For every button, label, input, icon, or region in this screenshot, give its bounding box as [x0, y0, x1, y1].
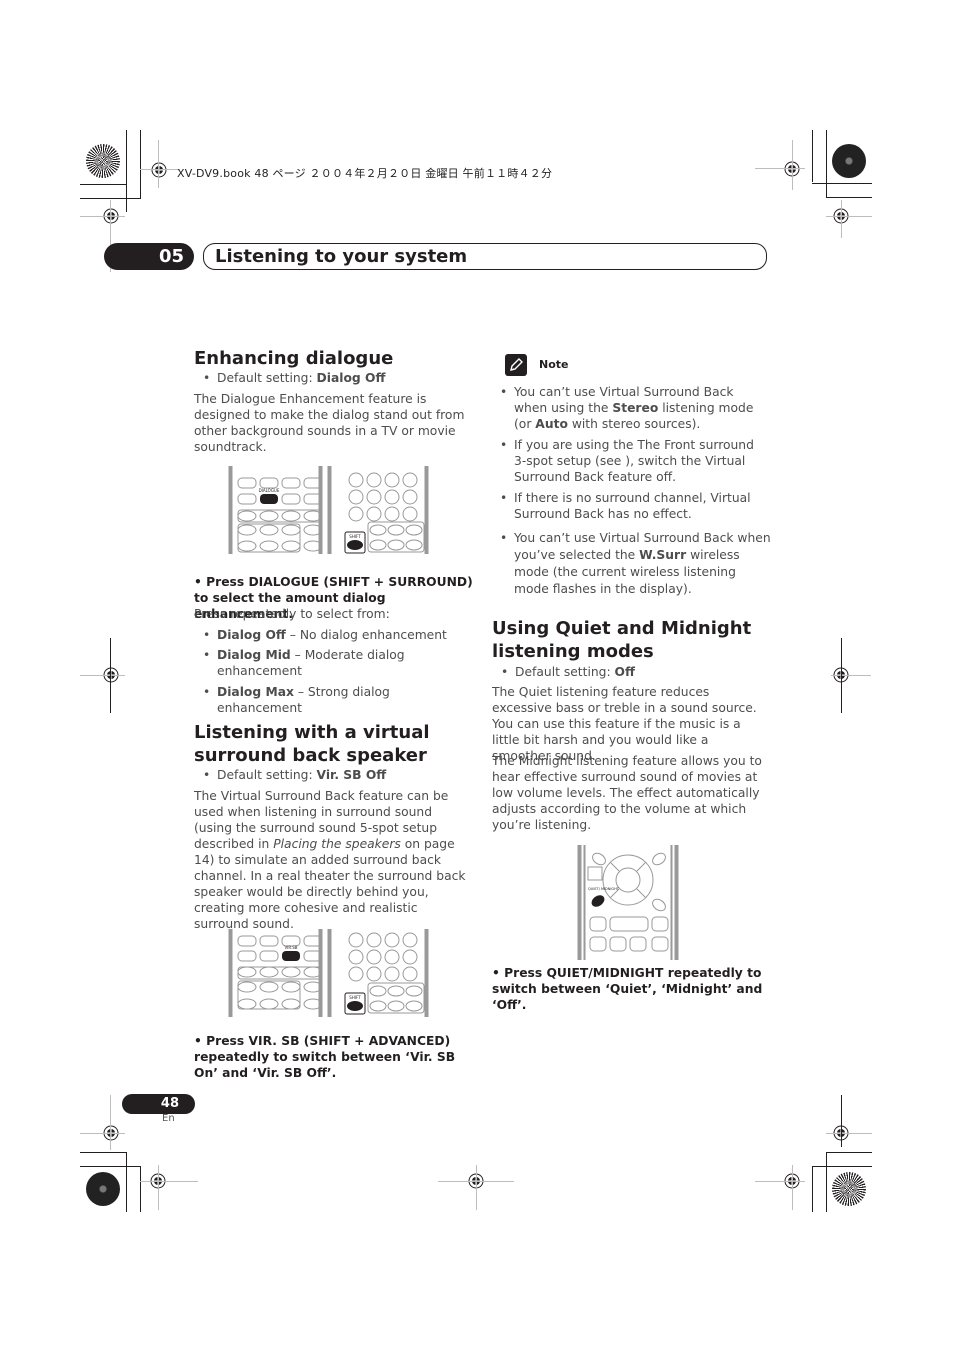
default-setting: Default setting: Off: [501, 664, 635, 680]
note-item: You can’t use Virtual Surround Back when…: [500, 384, 769, 432]
paragraph: The Quiet listening feature reduces exce…: [492, 685, 757, 763]
crop-mark: [140, 1181, 198, 1182]
remote-shift-label: SHIFT: [349, 995, 361, 1000]
paragraph: The Midnight listening feature allows yo…: [492, 754, 762, 832]
default-setting-value: Vir. SB Off: [316, 768, 387, 782]
remote-button-label: DIALOGUE: [259, 488, 280, 493]
crop-mark: [841, 1095, 842, 1147]
registration-starburst-icon: [86, 1172, 120, 1206]
default-setting-label: Default setting:: [217, 371, 317, 385]
crop-mark: [110, 638, 111, 713]
option-item: Dialog Off – No dialog enhancement: [203, 627, 473, 643]
crop-mark: [126, 130, 127, 212]
option-item: Dialog Mid – Moderate dialog enhancement: [203, 647, 432, 679]
default-setting-label: Default setting:: [217, 768, 317, 782]
emphasis: Auto: [535, 417, 568, 431]
registration-starburst-icon: [832, 1172, 866, 1206]
option-desc: – No dialog enhancement: [285, 628, 447, 642]
option-name: Dialog Max: [217, 685, 294, 699]
default-setting-value: Off: [614, 665, 635, 679]
instruction-step: • Press VIR. SB (SHIFT + ADVANCED) repea…: [194, 1034, 456, 1080]
crop-mark: [140, 1166, 141, 1212]
page-language: En: [162, 1113, 175, 1124]
crop-mark: [80, 1166, 141, 1167]
heading-line: listening modes: [492, 641, 654, 662]
crop-mark: [755, 168, 805, 169]
text-run: on page 14) to simulate an added surroun…: [194, 837, 466, 931]
crop-mark: [812, 130, 813, 182]
heading-line: Listening with a virtual: [194, 722, 430, 743]
print-metadata: XV-DV9.book 48 ページ ２００４年２月２０日 金曜日 午前１１時４…: [177, 167, 553, 180]
crop-mark: [812, 1166, 872, 1167]
crop-mark: [841, 638, 842, 713]
crop-mark: [826, 216, 872, 217]
crop-mark: [841, 200, 842, 238]
crop-mark: [140, 130, 141, 198]
note-item: You can’t use Virtual Surround Back when…: [500, 530, 772, 598]
chapter-title: Listening to your system: [215, 246, 468, 267]
crop-mark: [80, 1133, 125, 1134]
crop-mark: [80, 1152, 127, 1153]
heading-line: Using Quiet and Midnight: [492, 618, 752, 639]
default-setting: Default setting: Vir. SB Off: [203, 767, 387, 783]
text-run: with stereo sources).: [567, 417, 701, 431]
instruction-step: • Press QUIET/MIDNIGHT repeatedly to swi…: [492, 966, 763, 1012]
remote-control-illustration: QUIET/ MIDNIGHT: [577, 845, 679, 960]
crop-mark: [110, 1095, 111, 1150]
paragraph: The Dialogue Enhancement feature is desi…: [194, 392, 465, 454]
crop-mark: [812, 1166, 813, 1212]
crop-mark: [158, 140, 159, 188]
crop-mark: [826, 197, 872, 198]
section-heading-enhancing-dialogue: Enhancing dialogue: [194, 348, 394, 369]
remote-button-label: VIR.SB: [284, 945, 297, 950]
remote-control-illustration: VIR.SB SHIFT: [228, 929, 429, 1017]
emphasis: W.Surr: [639, 548, 687, 562]
section-heading-quiet-midnight: Using Quiet and Midnight listening modes: [492, 617, 772, 663]
remote-button-label: QUIET/ MIDNIGHT: [588, 887, 620, 891]
default-setting-value: Dialog Off: [316, 371, 386, 385]
default-setting-label: Default setting:: [515, 665, 615, 679]
section-heading-virtual-surround: Listening with a virtual surround back s…: [194, 721, 474, 767]
note-item: If you are using the The Front surround …: [500, 437, 766, 485]
registration-starburst-icon: [86, 144, 120, 178]
option-item: Dialog Max – Strong dialog enhancement: [203, 684, 477, 716]
crop-mark: [812, 183, 872, 184]
heading-line: surround back speaker: [194, 745, 427, 766]
crop-mark: [792, 1165, 793, 1210]
note-pencil-icon: [505, 354, 527, 376]
remote-control-illustration: DIALOGUE SHIFT: [228, 466, 429, 554]
crop-mark: [80, 675, 125, 676]
crop-mark: [826, 1133, 872, 1134]
note-item: If there is no surround channel, Virtual…: [500, 490, 766, 522]
emphasis: Stereo: [612, 401, 659, 415]
crop-mark: [831, 675, 871, 676]
crop-mark: [792, 140, 793, 190]
cross-reference: Placing the speakers: [273, 837, 401, 851]
paragraph: Press repeatedly to select from:: [194, 607, 390, 621]
crop-mark: [476, 1165, 477, 1210]
crop-mark: [755, 1181, 805, 1182]
registration-starburst-icon: [832, 144, 866, 178]
note-label: Note: [539, 358, 569, 371]
crop-mark: [126, 1152, 127, 1212]
option-name: Dialog Off: [217, 628, 286, 642]
crop-mark: [80, 184, 127, 185]
option-name: Dialog Mid: [217, 648, 291, 662]
crop-mark: [826, 1152, 872, 1153]
crop-mark: [826, 130, 827, 198]
chapter-number-badge: 05: [104, 243, 194, 270]
crop-mark: [140, 169, 180, 170]
registration-crosshair-icon: [151, 162, 167, 178]
crop-mark: [158, 1165, 159, 1210]
default-setting: Default setting: Dialog Off: [203, 370, 386, 386]
crop-mark: [80, 198, 141, 199]
crop-mark: [826, 1152, 827, 1212]
crop-mark: [80, 216, 125, 217]
remote-shift-label: SHIFT: [349, 534, 361, 539]
paragraph: The Virtual Surround Back feature can be…: [194, 788, 470, 932]
page-number-badge: 48: [122, 1094, 195, 1114]
